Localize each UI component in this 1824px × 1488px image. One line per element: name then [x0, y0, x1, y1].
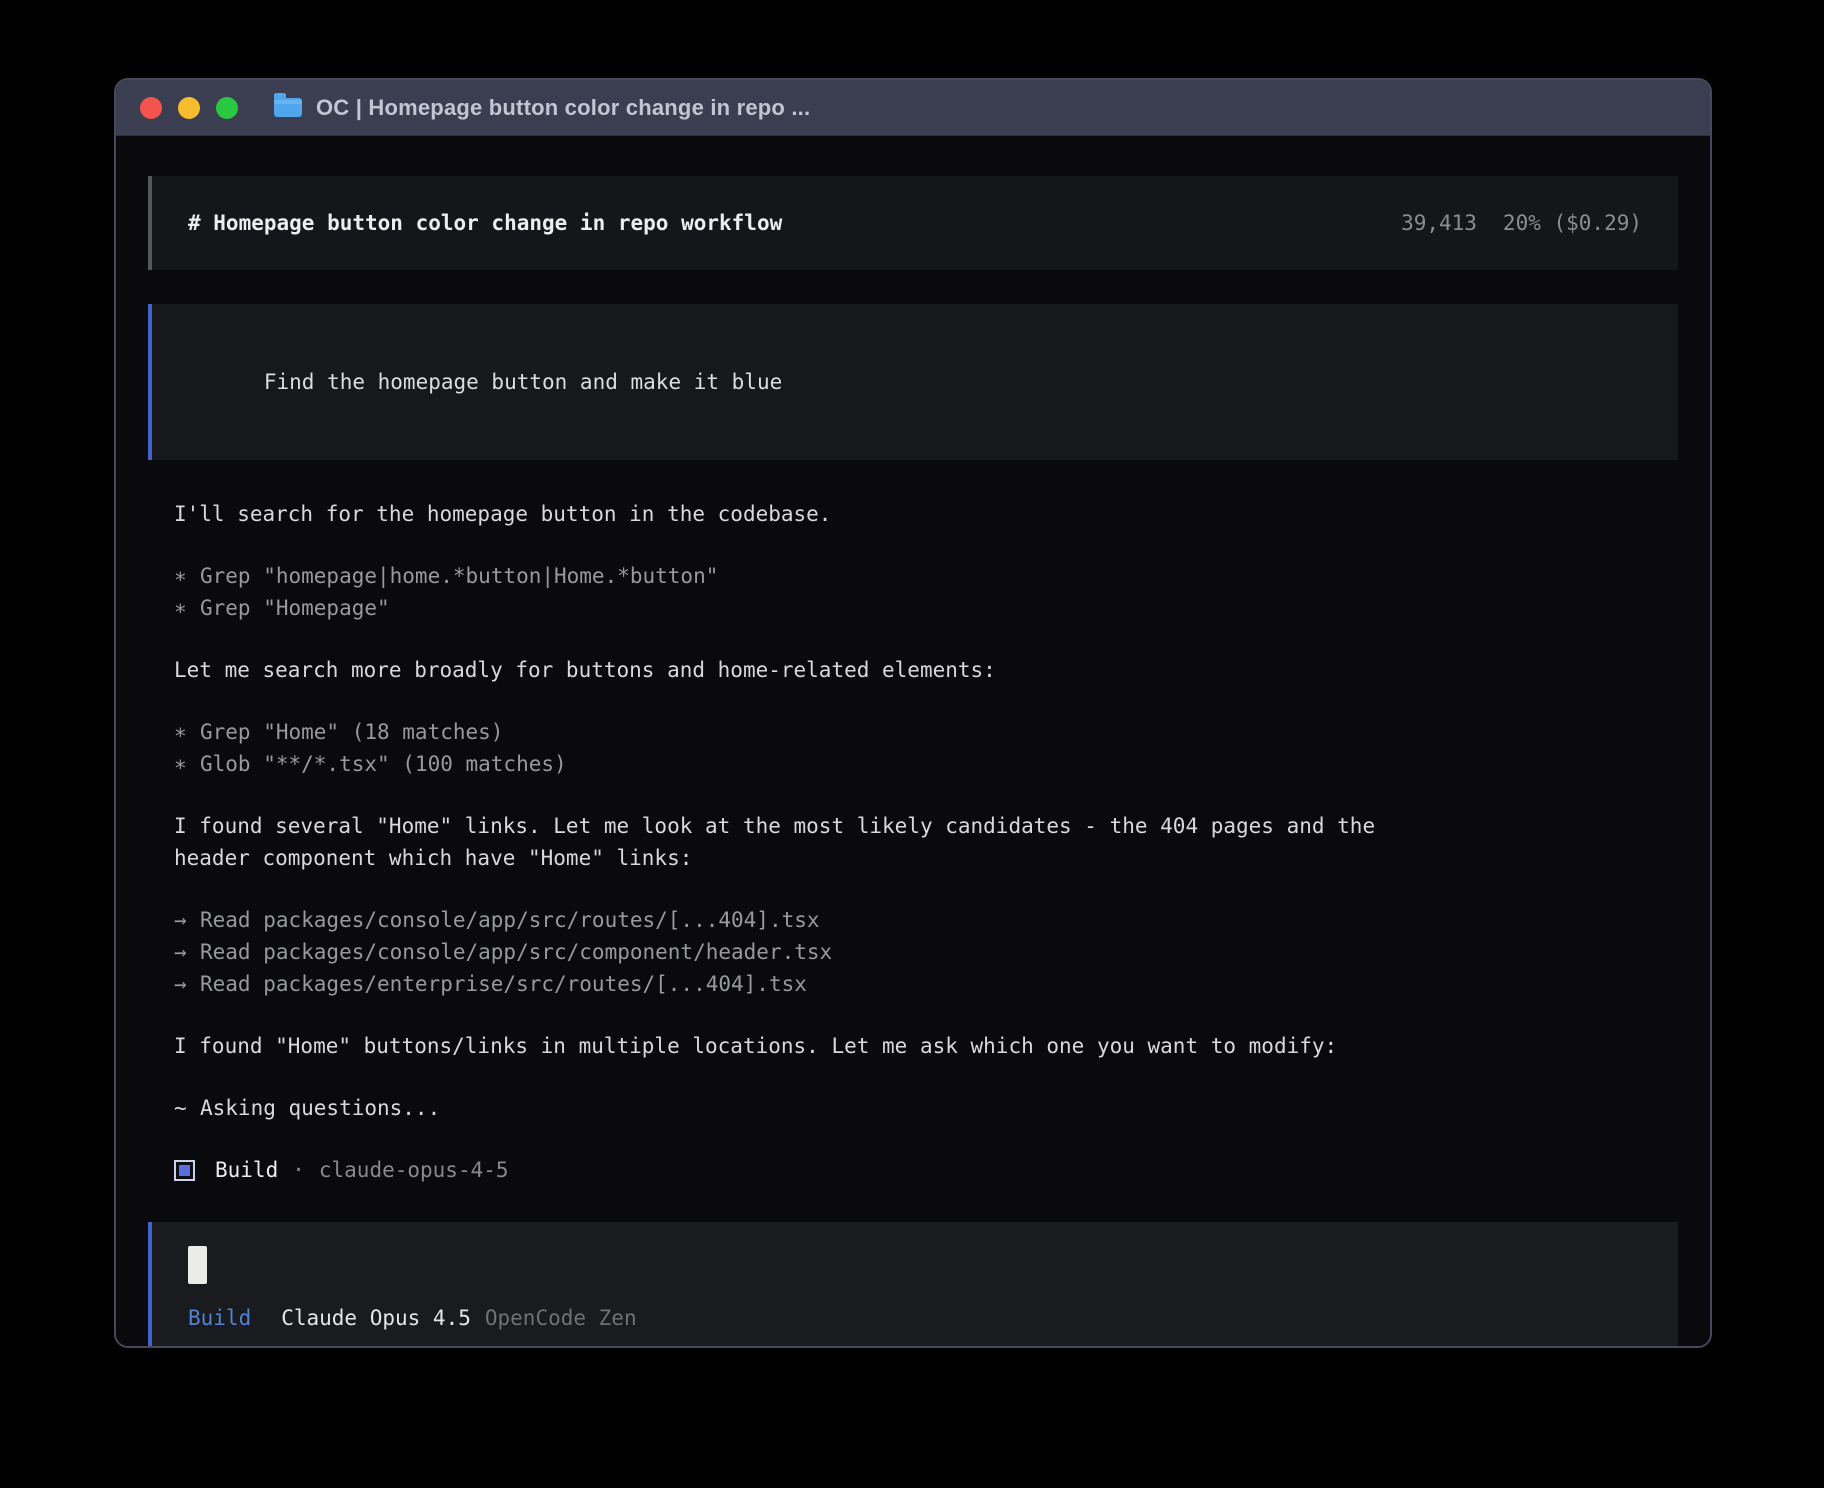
close-button[interactable]	[140, 96, 162, 119]
terminal-body: # Homepage button color change in repo w…	[116, 136, 1710, 1346]
user-message: Find the homepage button and make it blu…	[148, 304, 1678, 460]
agent-name: Build	[215, 1158, 279, 1182]
tool-call-group: ∗ Grep "Home" (18 matches) ∗ Glob "**/*.ts…	[174, 716, 1678, 780]
provider-name: OpenCode Zen	[484, 1306, 637, 1330]
tilde-icon: ~	[174, 1096, 187, 1120]
assistant-paragraph: Let me search more broadly for buttons a…	[174, 658, 996, 682]
zoom-button[interactable]	[216, 96, 238, 119]
tool-call-read: → Read packages/console/app/src/component…	[174, 936, 1678, 968]
tool-call-text: Glob "**/*.tsx" (100 matches)	[200, 752, 567, 776]
input-meta: Build Claude Opus 4.5 OpenCode Zen	[188, 1302, 1642, 1334]
tool-call-group: ∗ Grep "homepage|home.*button|Home.*butto…	[174, 560, 1678, 624]
tool-call-grep: ∗ Grep "Home" (18 matches)	[174, 716, 1678, 748]
tool-call-read: → Read packages/enterprise/src/routes/[..…	[174, 968, 1678, 1000]
assistant-paragraph: I found "Home" buttons/links in multiple…	[174, 1034, 1338, 1058]
session-header: # Homepage button color change in repo w…	[148, 176, 1678, 270]
minimize-button[interactable]	[178, 96, 200, 119]
token-count: 39,413	[1401, 211, 1477, 235]
model-name: Claude Opus 4.5	[281, 1306, 471, 1330]
arrow-right-icon: →	[174, 972, 187, 996]
arrow-right-icon: →	[174, 908, 187, 932]
tool-call-text: Grep "Homepage"	[200, 596, 390, 620]
user-message-text: Find the homepage button and make it blu…	[263, 370, 783, 394]
folder-icon	[274, 93, 302, 117]
session-title: # Homepage button color change in repo w…	[188, 211, 783, 235]
asking-questions-text: Asking questions...	[200, 1096, 441, 1120]
prompt-input[interactable]: Build Claude Opus 4.5 OpenCode Zen	[148, 1222, 1678, 1346]
tool-call-grep: ∗ Grep "homepage|home.*button|Home.*butto…	[174, 560, 1678, 592]
tool-call-text: Read packages/enterprise/src/routes/[...…	[200, 972, 807, 996]
asterisk-icon: ∗	[174, 564, 187, 588]
titlebar-title-group: OC | Homepage button color change in rep…	[274, 93, 811, 121]
tool-call-text: Grep "Home" (18 matches)	[200, 720, 504, 744]
tool-call-text: Read packages/console/app/src/component/…	[200, 940, 833, 964]
asterisk-icon: ∗	[174, 752, 187, 776]
titlebar[interactable]: OC | Homepage button color change in rep…	[116, 80, 1710, 136]
asterisk-icon: ∗	[174, 596, 187, 620]
terminal-window: OC | Homepage button color change in rep…	[114, 78, 1712, 1348]
assistant-paragraph: I'll search for the homepage button in t…	[174, 502, 832, 526]
window-title: OC | Homepage button color change in rep…	[316, 94, 811, 120]
arrow-right-icon: →	[174, 940, 187, 964]
tool-call-glob: ∗ Glob "**/*.tsx" (100 matches)	[174, 748, 1678, 780]
tool-call-grep: ∗ Grep "Homepage"	[174, 592, 1678, 624]
agent-square-icon	[174, 1159, 195, 1181]
tool-call-text: Read packages/console/app/src/routes/[..…	[200, 908, 820, 932]
context-cost: 20% ($0.29)	[1502, 211, 1642, 235]
text-cursor	[188, 1246, 207, 1284]
agent-attribution: Build · claude-opus-4-5	[174, 1154, 1678, 1186]
tool-call-read: → Read packages/console/app/src/routes/[.…	[174, 904, 1678, 936]
mode-indicator[interactable]: Build	[188, 1302, 251, 1334]
tool-call-group: → Read packages/console/app/src/routes/[.…	[174, 904, 1678, 1000]
dot-separator: ·	[292, 1158, 305, 1182]
session-stats: 39,413 20% ($0.29)	[1401, 207, 1642, 239]
asterisk-icon: ∗	[174, 720, 187, 744]
tool-call-text: Grep "homepage|home.*button|Home.*button…	[200, 564, 719, 588]
traffic-lights	[140, 96, 238, 119]
asking-questions-status: ~ Asking questions...	[174, 1092, 1678, 1124]
assistant-paragraph: I found several "Home" links. Let me loo…	[174, 814, 1376, 870]
agent-model: claude-opus-4-5	[318, 1158, 509, 1182]
